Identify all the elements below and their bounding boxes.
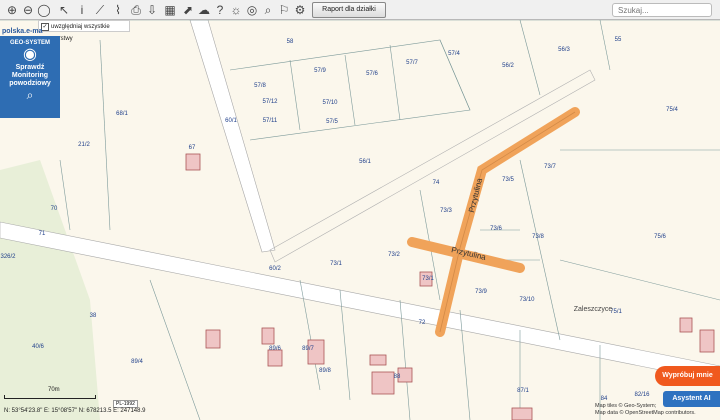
- parcel-label: 74: [433, 180, 440, 186]
- building: [307, 339, 325, 365]
- scale-label: 70m: [48, 387, 60, 393]
- coordinates-readout: N: 53°54'23.8" E: 15°08'57" N: 678213.5 …: [4, 408, 146, 414]
- domain-text: polska.e-ma: [2, 28, 43, 35]
- full-extent-icon[interactable]: ◯: [36, 2, 52, 18]
- table-icon[interactable]: ▦: [162, 2, 178, 18]
- parcel-label: 57/4: [448, 51, 460, 57]
- parcel-label: 88: [394, 374, 401, 380]
- cart-icon[interactable]: ⚐: [276, 2, 292, 18]
- parcel-label: 57/7: [406, 60, 418, 66]
- parcel-label: 56/3: [558, 47, 570, 53]
- banner-line: Monitoring: [11, 72, 49, 79]
- parcel-label: 73/7: [544, 164, 556, 170]
- parcel-label: 75/4: [666, 107, 678, 113]
- building: [699, 329, 715, 353]
- area-label: Zaleszczyce: [574, 306, 613, 313]
- building: [267, 349, 283, 367]
- parcel-label: 89/8: [319, 368, 331, 374]
- parcel-label: 89/7: [302, 346, 314, 352]
- parcel-label: 72: [419, 320, 426, 326]
- globe-icon[interactable]: ◎: [244, 2, 260, 18]
- overlay-icon[interactable]: ☼: [228, 2, 244, 18]
- parcel-label: 57/12: [262, 99, 278, 105]
- search-map-icon[interactable]: ⌕: [260, 2, 276, 18]
- measure-line-icon[interactable]: ⟋: [92, 2, 108, 18]
- parcel-label: 67: [189, 145, 196, 151]
- info-icon[interactable]: i: [74, 2, 90, 18]
- parcel-label: 326/2: [0, 254, 16, 260]
- map-toolbar: ⊕ ⊖ ◯ ↖ i ⟋ ⌇ ⎙ ⇩ ▦ ⬈ ☁ ? ☼ ◎ ⌕ ⚐ ⚙ Rapo…: [0, 0, 720, 20]
- help-icon[interactable]: ?: [212, 2, 228, 18]
- search-input[interactable]: [612, 3, 712, 17]
- parcel-label: 40/6: [32, 344, 44, 350]
- parcel-label: 73/3: [440, 208, 452, 214]
- parcel-label: 73/9: [475, 289, 487, 295]
- parcel-label: 73/8: [532, 234, 544, 240]
- flood-monitoring-banner[interactable]: GEO-SYSTEM ◉ Sprawdź Monitoring powodzio…: [0, 36, 60, 118]
- scale-bar: 70m: [4, 387, 96, 399]
- attribution-line: Map data © OpenStreetMap contributors.: [595, 410, 696, 416]
- parcel-label: 60/2: [269, 266, 281, 272]
- report-button[interactable]: Raport dla działki: [312, 2, 386, 18]
- parcel-label: 82/16: [634, 392, 650, 398]
- settings-icon[interactable]: ⚙: [292, 2, 308, 18]
- crs-select[interactable]: PL-1992: [113, 400, 138, 408]
- building: [205, 329, 221, 349]
- try-me-button[interactable]: Wypróbuj mnie: [655, 366, 720, 386]
- parcel-label: 73/1: [330, 261, 342, 267]
- parcel-label: 73/2: [388, 252, 400, 258]
- building: [369, 354, 387, 366]
- parcel-label: 21/2: [78, 142, 90, 148]
- magnifier-icon: ⌕: [26, 88, 34, 102]
- parcel-label: 89/4: [131, 359, 143, 365]
- map-attribution: Map tiles © Geo-System; Map data © OpenS…: [595, 403, 696, 417]
- building: [185, 153, 201, 171]
- parcel-label: 68/1: [116, 111, 128, 117]
- attribution-line: Map tiles © Geo-System;: [595, 403, 657, 409]
- parcel-label: 57/11: [263, 118, 278, 124]
- parcel-label: 70: [51, 206, 58, 212]
- parcel-label: 56/2: [502, 63, 514, 69]
- map-canvas[interactable]: 58 57/8 57/9 57/6 57/7 57/4 56/3 55 56/2…: [0, 0, 720, 420]
- parcel-label: 87/1: [517, 388, 529, 394]
- building: [679, 317, 693, 333]
- parcel-label: 57/9: [314, 68, 326, 74]
- parcel-label: 73/10: [519, 297, 535, 303]
- parcel-label: 57/10: [322, 100, 338, 106]
- zoom-out-icon[interactable]: ⊖: [20, 2, 36, 18]
- zoom-in-icon[interactable]: ⊕: [4, 2, 20, 18]
- parcel-label: 38: [90, 313, 97, 319]
- parcel-label: 73/5: [502, 177, 514, 183]
- measure-area-icon[interactable]: ⌇: [110, 2, 126, 18]
- parcel-label: 57/6: [366, 71, 378, 77]
- cloud-icon[interactable]: ☁: [196, 2, 212, 18]
- parcel-label: 73/6: [490, 226, 502, 232]
- layers-option[interactable]: ✓ uwzględniaj wszystkie warstwy: [38, 20, 130, 42]
- banner-line: Sprawdź: [15, 64, 45, 71]
- building: [511, 407, 533, 420]
- parcel-label: 57/5: [326, 119, 338, 125]
- parcel-label: 71: [39, 231, 46, 237]
- download-icon[interactable]: ⇩: [144, 2, 160, 18]
- parcel-label: 60/1: [225, 118, 237, 124]
- parcel-label: 57/8: [254, 83, 266, 89]
- parcel-label: 89/6: [269, 346, 281, 352]
- parcel-label: 73/1: [422, 276, 434, 282]
- building: [371, 371, 395, 395]
- banner-line: powodziowy: [9, 80, 51, 87]
- building: [261, 327, 275, 345]
- parcel-label: 75/6: [654, 234, 666, 240]
- share-icon[interactable]: ⬈: [180, 2, 196, 18]
- pointer-icon[interactable]: ↖: [56, 2, 72, 18]
- print-icon[interactable]: ⎙: [128, 2, 144, 18]
- parcel-label: 55: [615, 37, 622, 43]
- street-label: Przytulina: [467, 177, 484, 214]
- parcel-label: 84: [601, 396, 608, 402]
- parcel-label: 56/1: [359, 159, 371, 165]
- globe-logo-icon: ◉: [23, 46, 37, 63]
- parcel-label: 58: [287, 39, 294, 45]
